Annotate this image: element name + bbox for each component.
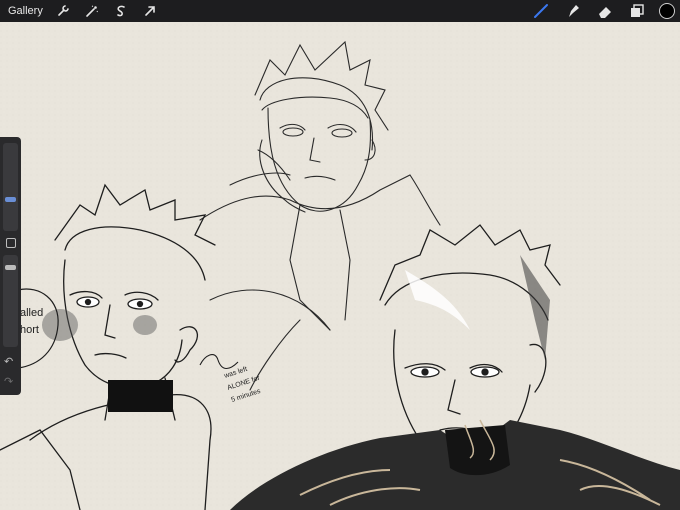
smudge-icon[interactable] bbox=[563, 1, 583, 21]
transform-arrow-icon[interactable] bbox=[140, 1, 160, 21]
brush-size-knob[interactable] bbox=[5, 197, 16, 202]
drawing-canvas[interactable]: alled hort was left ALONE for 5 minutes bbox=[0, 22, 680, 510]
opacity-slider[interactable] bbox=[3, 255, 18, 347]
brush-size-slider[interactable] bbox=[3, 143, 18, 231]
redo-icon[interactable]: ↷ bbox=[4, 375, 13, 388]
magic-wand-icon[interactable] bbox=[82, 1, 102, 21]
eyedropper-square-button[interactable] bbox=[6, 238, 16, 248]
sketch-artwork: alled hort was left ALONE for 5 minutes bbox=[0, 22, 680, 510]
brush-icon[interactable] bbox=[531, 1, 551, 21]
layers-icon[interactable] bbox=[627, 1, 647, 21]
eraser-icon[interactable] bbox=[595, 1, 615, 21]
opacity-knob[interactable] bbox=[5, 265, 16, 270]
gallery-button[interactable]: Gallery bbox=[8, 5, 43, 17]
top-toolbar: Gallery bbox=[0, 0, 680, 22]
brush-sidebar: ↶ ↷ bbox=[0, 137, 21, 395]
left-collar bbox=[108, 380, 173, 412]
selection-icon[interactable] bbox=[111, 1, 131, 21]
bubble-line-2: hort bbox=[20, 324, 39, 336]
wrench-icon[interactable] bbox=[53, 1, 73, 21]
undo-icon[interactable]: ↶ bbox=[4, 355, 13, 368]
color-picker-button[interactable] bbox=[659, 3, 675, 19]
bubble-line-1: alled bbox=[20, 307, 43, 319]
